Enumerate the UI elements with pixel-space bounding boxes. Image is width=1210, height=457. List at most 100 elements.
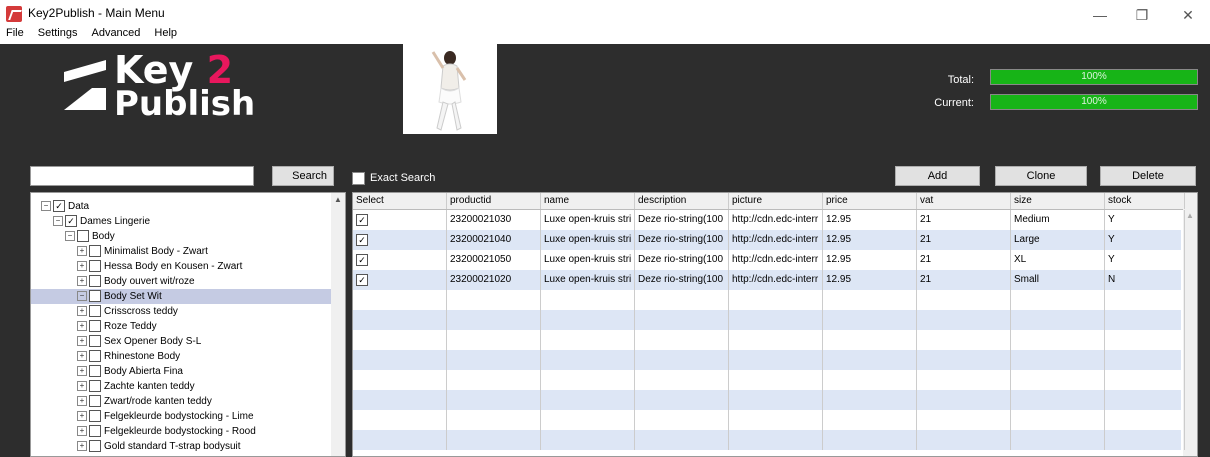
cell-size[interactable] xyxy=(1011,330,1105,350)
cell-select[interactable]: ✓ xyxy=(353,230,447,250)
tree-item[interactable]: − ✓ Dames Lingerie xyxy=(31,214,331,229)
tree-item-checkbox[interactable] xyxy=(89,350,101,363)
cell-productid[interactable] xyxy=(447,290,541,310)
cell-name[interactable]: Luxe open-kruis stri xyxy=(541,270,635,290)
tree-item[interactable]: − Body Set Wit xyxy=(31,289,331,304)
tree-item-checkbox[interactable] xyxy=(89,425,101,438)
tree-item-checkbox[interactable]: ✓ xyxy=(53,200,65,213)
tree-item[interactable]: + Zwart/rode kanten teddy xyxy=(31,394,331,409)
cell-select[interactable] xyxy=(353,410,447,430)
cell-price[interactable] xyxy=(823,410,917,430)
table-row[interactable]: ✓ 23200021030 Luxe open-kruis stri Deze rio… xyxy=(353,210,1185,230)
cell-select[interactable] xyxy=(353,330,447,350)
expand-icon[interactable]: + xyxy=(77,261,87,272)
tree-item[interactable]: + Rhinestone Body xyxy=(31,349,331,364)
collapse-icon[interactable]: − xyxy=(77,291,87,302)
tree-item-checkbox[interactable] xyxy=(77,230,89,243)
cell-vat[interactable]: 21 xyxy=(917,250,1011,270)
cell-size[interactable]: XL xyxy=(1011,250,1105,270)
cell-size[interactable] xyxy=(1011,390,1105,410)
cell-name[interactable]: Luxe open-kruis stri xyxy=(541,250,635,270)
cell-size[interactable] xyxy=(1011,430,1105,450)
cell-name[interactable] xyxy=(541,410,635,430)
search-input[interactable] xyxy=(30,166,254,186)
cell-name[interactable] xyxy=(541,330,635,350)
cell-price[interactable] xyxy=(823,310,917,330)
cell-vat[interactable] xyxy=(917,350,1011,370)
cell-price[interactable] xyxy=(823,430,917,450)
maximize-button[interactable]: ❐ xyxy=(1122,2,1162,28)
expand-icon[interactable]: + xyxy=(77,411,87,422)
cell-vat[interactable] xyxy=(917,410,1011,430)
column-header-name[interactable]: name xyxy=(541,193,635,209)
cell-price[interactable] xyxy=(823,370,917,390)
cell-stock[interactable] xyxy=(1105,310,1185,330)
cell-stock[interactable]: Y xyxy=(1105,230,1185,250)
tree-item[interactable]: − ✓ Data xyxy=(31,199,331,214)
row-select-checkbox[interactable]: ✓ xyxy=(356,214,368,226)
column-header-select[interactable]: Select xyxy=(353,193,447,209)
cell-description[interactable] xyxy=(635,310,729,330)
table-row[interactable]: ✓ 23200021040 Luxe open-kruis stri Deze rio… xyxy=(353,230,1185,250)
column-header-vat[interactable]: vat xyxy=(917,193,1011,209)
tree-item-checkbox[interactable]: ✓ xyxy=(65,215,77,228)
scroll-up-icon[interactable]: ▲ xyxy=(334,195,342,204)
tree-item-checkbox[interactable] xyxy=(89,335,101,348)
cell-description[interactable]: Deze rio-string(100 xyxy=(635,270,729,290)
clone-button[interactable]: Clone xyxy=(995,166,1087,186)
cell-picture[interactable]: http://cdn.edc-interr xyxy=(729,210,823,230)
cell-productid[interactable]: 23200021020 xyxy=(447,270,541,290)
cell-description[interactable] xyxy=(635,390,729,410)
cell-picture[interactable] xyxy=(729,430,823,450)
cell-productid[interactable]: 23200021040 xyxy=(447,230,541,250)
table-row[interactable] xyxy=(353,350,1185,370)
expand-icon[interactable]: + xyxy=(77,321,87,332)
tree-item[interactable]: + Felgekleurde bodystocking - Rood xyxy=(31,424,331,439)
tree-item[interactable]: + Sex Opener Body S-L xyxy=(31,334,331,349)
cell-name[interactable] xyxy=(541,350,635,370)
cell-stock[interactable] xyxy=(1105,410,1185,430)
tree-item-checkbox[interactable] xyxy=(89,395,101,408)
cell-price[interactable] xyxy=(823,390,917,410)
cell-size[interactable] xyxy=(1011,290,1105,310)
tree-item[interactable]: + Body Abierta Fina xyxy=(31,364,331,379)
cell-productid[interactable] xyxy=(447,350,541,370)
search-button[interactable]: Search xyxy=(272,166,334,186)
column-header-description[interactable]: description xyxy=(635,193,729,209)
cell-productid[interactable] xyxy=(447,370,541,390)
cell-picture[interactable] xyxy=(729,350,823,370)
cell-vat[interactable] xyxy=(917,330,1011,350)
row-select-checkbox[interactable]: ✓ xyxy=(356,274,368,286)
cell-productid[interactable]: 23200021030 xyxy=(447,210,541,230)
expand-icon[interactable]: + xyxy=(77,351,87,362)
cell-name[interactable] xyxy=(541,390,635,410)
expand-icon[interactable]: + xyxy=(77,306,87,317)
table-row[interactable]: ✓ 23200021050 Luxe open-kruis stri Deze rio… xyxy=(353,250,1185,270)
cell-size[interactable] xyxy=(1011,370,1105,390)
cell-name[interactable] xyxy=(541,310,635,330)
cell-select[interactable]: ✓ xyxy=(353,270,447,290)
tree-item[interactable]: + Gold standard T-strap bodysuit xyxy=(31,439,331,454)
cell-description[interactable] xyxy=(635,330,729,350)
tree-item-checkbox[interactable] xyxy=(89,275,101,288)
tree-item-checkbox[interactable] xyxy=(89,245,101,258)
grid-scrollbar[interactable]: ▲ xyxy=(1183,209,1197,456)
tree-item-checkbox[interactable] xyxy=(89,365,101,378)
cell-picture[interactable] xyxy=(729,390,823,410)
column-header-price[interactable]: price xyxy=(823,193,917,209)
category-tree[interactable]: ▲ − ✓ Data − ✓ Dames Lingerie − Body + Minimalist… xyxy=(30,192,346,457)
tree-item[interactable]: − Body xyxy=(31,229,331,244)
cell-picture[interactable] xyxy=(729,310,823,330)
expand-icon[interactable]: + xyxy=(77,336,87,347)
cell-name[interactable]: Luxe open-kruis stri xyxy=(541,210,635,230)
cell-size[interactable]: Small xyxy=(1011,270,1105,290)
cell-price[interactable]: 12.95 xyxy=(823,210,917,230)
tree-item-checkbox[interactable] xyxy=(89,380,101,393)
table-row[interactable] xyxy=(353,290,1185,310)
cell-picture[interactable]: http://cdn.edc-interr xyxy=(729,230,823,250)
cell-vat[interactable] xyxy=(917,310,1011,330)
cell-picture[interactable] xyxy=(729,290,823,310)
cell-productid[interactable] xyxy=(447,410,541,430)
tree-item-checkbox[interactable] xyxy=(89,290,101,303)
cell-description[interactable] xyxy=(635,370,729,390)
